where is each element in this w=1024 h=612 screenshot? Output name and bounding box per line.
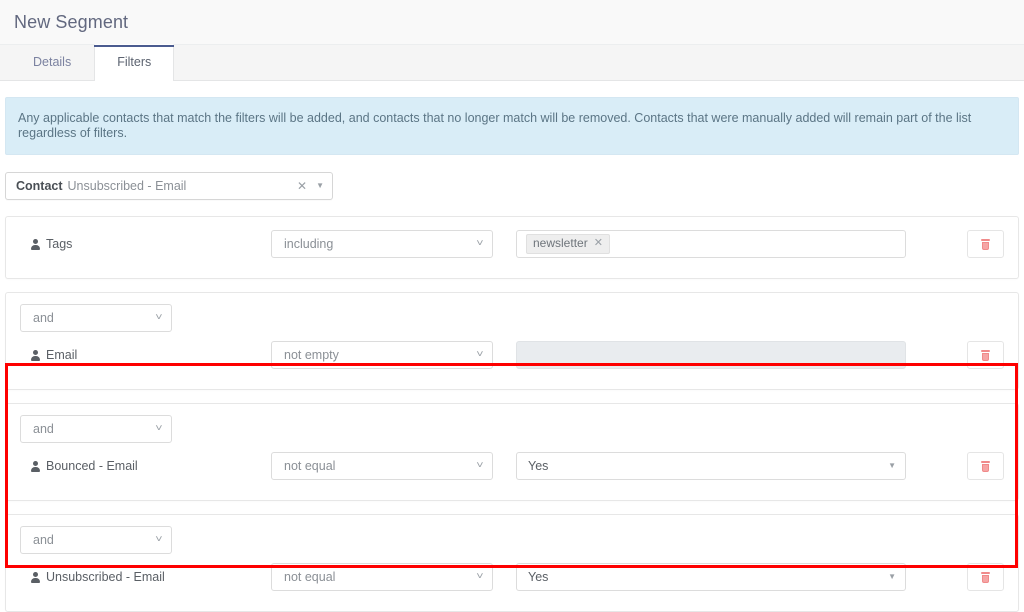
filter-operator-value: not empty <box>284 348 339 362</box>
filter-operator-value: not equal <box>284 459 336 473</box>
trash-icon <box>981 460 990 472</box>
user-icon <box>31 349 40 361</box>
filter-panel-bounced-email: and ˅ Bounced - Email not equal ˅ Yes ▼ <box>5 403 1019 501</box>
chevron-down-icon: ˅ <box>476 238 484 249</box>
contact-field-select[interactable]: Contact Unsubscribed - Email ✕ ▼ <box>5 172 333 200</box>
delete-filter-button[interactable] <box>967 452 1004 480</box>
filter-field-label: Unsubscribed - Email <box>6 570 271 584</box>
filter-value-tags-input[interactable]: newsletter ✕ <box>516 230 906 258</box>
filter-actions <box>906 341 1018 369</box>
filter-actions <box>906 563 1018 591</box>
filter-value-disabled-input <box>516 341 906 369</box>
filter-value-wrap: Yes ▼ <box>516 563 906 591</box>
filter-row: Unsubscribed - Email not equal ˅ Yes ▼ <box>6 554 1018 611</box>
filter-glue-value: and <box>33 533 54 547</box>
filter-operator-select[interactable]: not equal ˅ <box>271 452 493 480</box>
filter-field-label: Bounced - Email <box>6 459 271 473</box>
filter-operator-select[interactable]: including ˅ <box>271 230 493 258</box>
page-header: New Segment <box>0 0 1024 45</box>
tab-bar: Details Filters <box>0 44 1024 81</box>
filter-glue-value: and <box>33 311 54 325</box>
caret-down-icon: ▼ <box>888 572 896 581</box>
tab-details[interactable]: Details <box>10 44 94 80</box>
user-icon <box>31 238 40 250</box>
caret-down-icon[interactable]: ▼ <box>316 182 324 190</box>
filter-actions <box>906 452 1018 480</box>
chevron-down-icon: ˅ <box>476 460 484 471</box>
caret-down-icon: ▼ <box>888 461 896 470</box>
filter-operator-select[interactable]: not empty ˅ <box>271 341 493 369</box>
filter-field-name: Tags <box>46 237 73 251</box>
delete-filter-button[interactable] <box>967 341 1004 369</box>
contact-field-value: Unsubscribed - Email <box>67 179 187 193</box>
filter-value-wrap: newsletter ✕ <box>516 230 906 258</box>
filter-field-label: Tags <box>6 237 271 251</box>
filter-glue-select[interactable]: and ˅ <box>20 526 172 554</box>
chevron-down-icon: ˅ <box>155 423 163 434</box>
filter-row: Tags including ˅ newsletter ✕ <box>6 217 1018 278</box>
tab-filters-label: Filters <box>117 55 152 70</box>
filter-value-text: Yes <box>528 570 549 584</box>
filter-field-name: Unsubscribed - Email <box>46 570 165 584</box>
filter-field-name: Bounced - Email <box>46 459 138 473</box>
filters-info-banner: Any applicable contacts that match the f… <box>5 97 1019 155</box>
filter-panel-unsubscribed-email: and ˅ Unsubscribed - Email not equal ˅ Y… <box>5 514 1019 612</box>
page-title: New Segment <box>14 11 129 32</box>
filters-info-text: Any applicable contacts that match the f… <box>18 111 972 140</box>
filter-glue-value: and <box>33 422 54 436</box>
content-area: Any applicable contacts that match the f… <box>0 97 1024 612</box>
filter-row: Email not empty ˅ <box>6 332 1018 389</box>
close-icon[interactable]: ✕ <box>297 180 307 192</box>
trash-icon <box>981 571 990 583</box>
filter-glue-select[interactable]: and ˅ <box>20 304 172 332</box>
filter-glue-select[interactable]: and ˅ <box>20 415 172 443</box>
tag-chip-label: newsletter <box>533 235 588 250</box>
contact-field-group-label: Contact <box>16 179 63 193</box>
chevron-down-icon: ˅ <box>155 312 163 323</box>
filter-value-select[interactable]: Yes ▼ <box>516 452 906 480</box>
filter-glue-row: and ˅ <box>6 515 1018 554</box>
filter-value-wrap <box>516 341 906 369</box>
filter-actions <box>906 230 1018 258</box>
delete-filter-button[interactable] <box>967 563 1004 591</box>
filter-list: Tags including ˅ newsletter ✕ and ˅ Emai… <box>0 216 1024 612</box>
chevron-down-icon: ˅ <box>476 571 484 582</box>
filter-operator-value: including <box>284 237 334 251</box>
filter-operator-value: not equal <box>284 570 336 584</box>
filter-value-text: Yes <box>528 459 549 473</box>
chevron-down-icon: ˅ <box>155 534 163 545</box>
trash-icon <box>981 349 990 361</box>
tab-filters[interactable]: Filters <box>94 44 175 81</box>
user-icon <box>31 460 40 472</box>
filter-row: Bounced - Email not equal ˅ Yes ▼ <box>6 443 1018 500</box>
chevron-down-icon: ˅ <box>476 349 484 360</box>
filter-field-name: Email <box>46 348 78 362</box>
filter-field-label: Email <box>6 348 271 362</box>
delete-filter-button[interactable] <box>967 230 1004 258</box>
trash-icon <box>981 238 990 250</box>
filter-value-wrap: Yes ▼ <box>516 452 906 480</box>
tag-chip[interactable]: newsletter ✕ <box>526 233 610 255</box>
filter-value-select[interactable]: Yes ▼ <box>516 563 906 591</box>
filter-glue-row: and ˅ <box>6 404 1018 443</box>
filter-glue-row: and ˅ <box>6 293 1018 332</box>
close-icon[interactable]: ✕ <box>594 237 603 249</box>
user-icon <box>31 571 40 583</box>
filter-panel-email: and ˅ Email not empty ˅ <box>5 292 1019 390</box>
filter-operator-select[interactable]: not equal ˅ <box>271 563 493 591</box>
tab-details-label: Details <box>33 54 72 69</box>
filter-panel-tags: Tags including ˅ newsletter ✕ <box>5 216 1019 279</box>
